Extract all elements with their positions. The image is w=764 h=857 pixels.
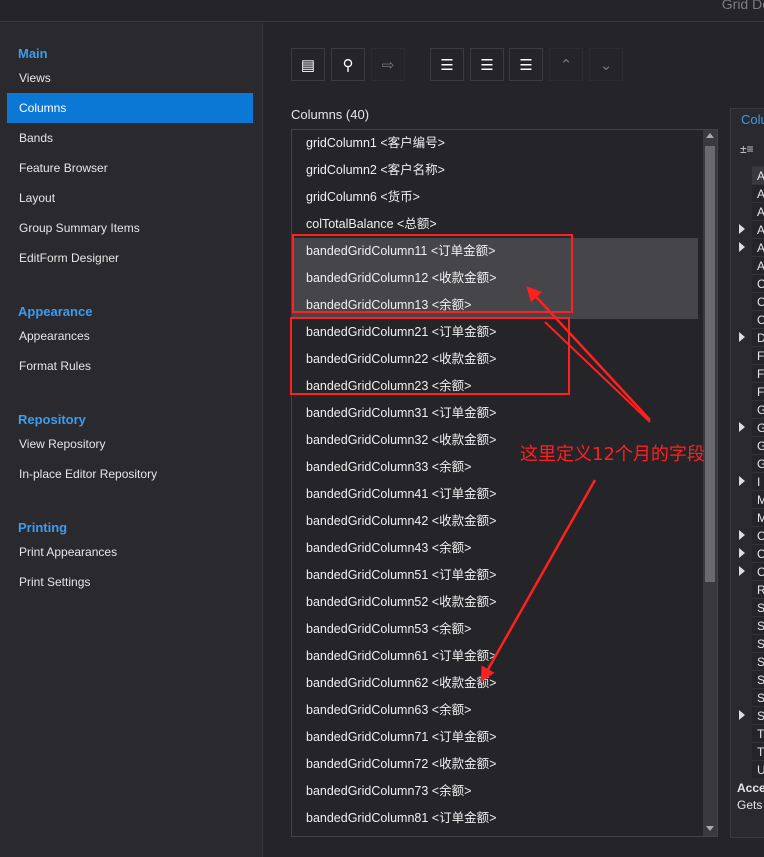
expand-icon[interactable] (739, 710, 745, 720)
annotation-text: 这里定义12个月的字段 (520, 444, 705, 465)
property-row[interactable]: T (752, 742, 764, 760)
property-row[interactable]: M (752, 490, 764, 508)
property-row[interactable]: S (752, 634, 764, 652)
expand-icon[interactable] (739, 566, 745, 576)
property-row[interactable]: F (752, 382, 764, 400)
expand-icon[interactable] (739, 242, 745, 252)
property-row[interactable]: C (752, 562, 764, 580)
property-row[interactable]: M (752, 508, 764, 526)
expand-icon[interactable] (739, 476, 745, 486)
property-row[interactable]: A (752, 238, 764, 256)
expand-icon[interactable] (739, 422, 745, 432)
highlight-box-month1 (292, 234, 573, 313)
expand-icon[interactable] (739, 332, 745, 342)
property-row[interactable]: G (752, 436, 764, 454)
expand-icon[interactable] (739, 530, 745, 540)
property-row[interactable]: A (752, 166, 764, 184)
property-row[interactable]: S (752, 652, 764, 670)
property-row[interactable]: T (752, 724, 764, 742)
property-row[interactable]: C (752, 274, 764, 292)
arrow-up (526, 286, 651, 421)
property-row[interactable]: S (752, 670, 764, 688)
property-row[interactable]: F (752, 346, 764, 364)
property-row[interactable]: S (752, 616, 764, 634)
property-row[interactable]: G (752, 418, 764, 436)
property-row[interactable]: U (752, 760, 764, 778)
property-row[interactable]: C (752, 526, 764, 544)
property-row[interactable]: C (752, 544, 764, 562)
property-row[interactable]: A (752, 184, 764, 202)
arrow-line (544, 321, 651, 423)
expand-icon[interactable] (739, 224, 745, 234)
property-row[interactable]: S (752, 706, 764, 724)
property-row[interactable]: R (752, 580, 764, 598)
property-row[interactable]: S (752, 598, 764, 616)
property-row[interactable]: A (752, 202, 764, 220)
property-row[interactable]: F (752, 364, 764, 382)
property-row[interactable]: G (752, 454, 764, 472)
expand-icon[interactable] (739, 548, 745, 558)
property-row[interactable]: C (752, 292, 764, 310)
annotation-overlay: 这里定义12个月的字段 (290, 234, 705, 683)
property-row[interactable]: A (752, 256, 764, 274)
property-row[interactable]: D (752, 328, 764, 346)
highlight-box-month2 (290, 317, 570, 395)
arrow-down (480, 479, 597, 683)
property-row[interactable]: S (752, 688, 764, 706)
property-row[interactable]: G (752, 400, 764, 418)
property-row[interactable]: A (752, 220, 764, 238)
property-row[interactable]: C (752, 310, 764, 328)
property-row[interactable]: I (752, 472, 764, 490)
